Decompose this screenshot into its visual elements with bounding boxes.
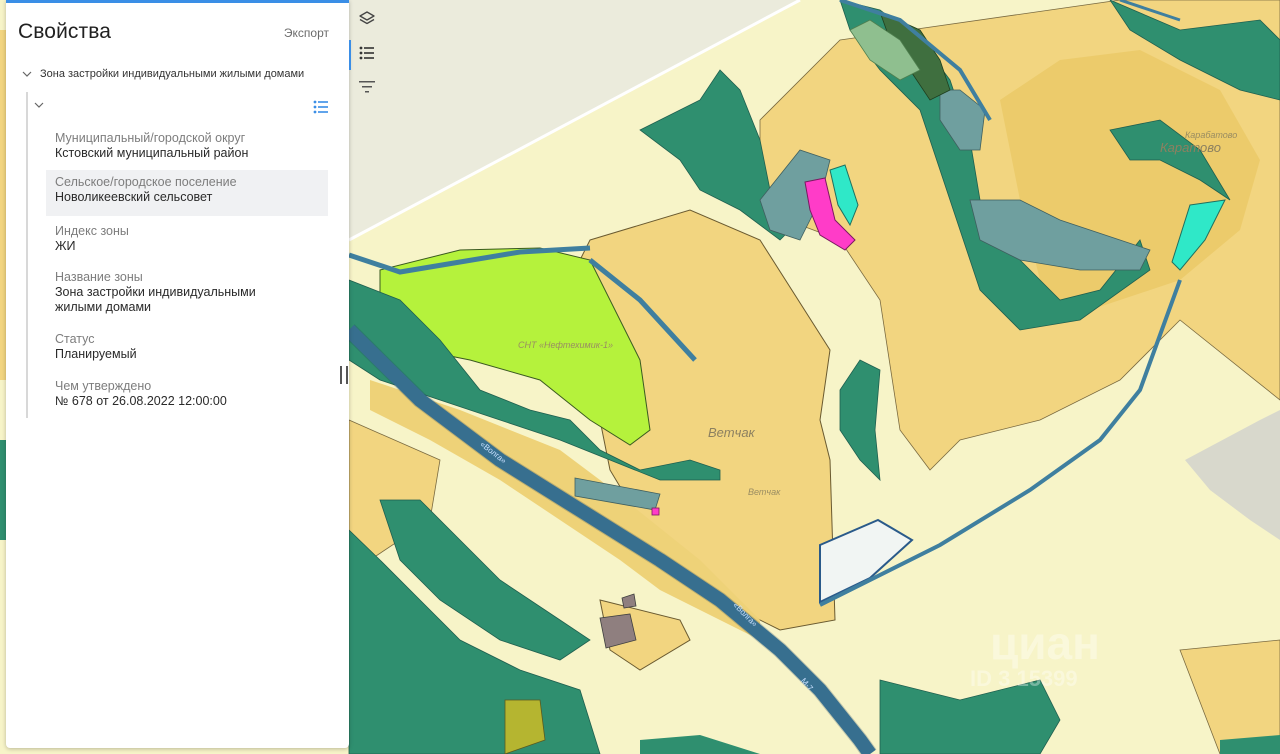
property-value: Планируемый <box>55 347 137 361</box>
chevron-down-icon[interactable] <box>34 100 44 110</box>
property-status: Статус Планируемый <box>46 327 328 367</box>
map-label-vetchak-small: Ветчак <box>748 487 781 497</box>
export-button[interactable]: Экспорт <box>284 26 329 40</box>
list-view-button[interactable] <box>349 38 385 72</box>
list-icon[interactable] <box>312 98 330 116</box>
properties-panel: Свойства Экспорт Зона застройки индивиду… <box>6 0 349 748</box>
property-value: ЖИ <box>55 239 76 253</box>
panel-title: Свойства <box>18 20 112 43</box>
property-label: Статус <box>55 332 95 346</box>
watermark-brand: циан <box>990 617 1100 669</box>
panel-resize-handle[interactable] <box>340 366 348 384</box>
industrial-zone-pink-small <box>651 507 660 516</box>
map-label-karabatovo-small: Карабатово <box>1185 130 1238 140</box>
app-root: Ветчак Ветчак Каратово Карабатово СНТ «Н… <box>0 0 1280 754</box>
panel-accent-line <box>6 0 349 3</box>
layers-button[interactable] <box>349 4 385 38</box>
property-value: № 678 от 26.08.2022 12:00:00 <box>55 394 227 408</box>
property-value: Зона застройки индивидуальными жилыми до… <box>55 285 256 314</box>
property-label: Индекс зоны <box>55 224 129 238</box>
property-zone-name: Название зоны Зона застройки индивидуаль… <box>46 265 296 320</box>
property-municipal-district: Муниципальный/городской округ Кстовский … <box>46 126 328 166</box>
properties-subtree: Муниципальный/городской округ Кстовский … <box>26 92 330 418</box>
property-value: Новоликеевский сельсовет <box>55 190 213 204</box>
property-settlement: Сельское/городское поселение Новоликеевс… <box>46 170 328 216</box>
filter-button[interactable] <box>349 72 385 106</box>
property-label: Муниципальный/городской округ <box>55 131 246 145</box>
list-icon <box>358 44 376 67</box>
map-label-vetchak: Ветчак <box>708 425 755 440</box>
filter-icon <box>358 78 376 101</box>
tree-root-label: Зона застройки индивидуальными жилыми до… <box>40 68 305 80</box>
property-zone-index: Индекс зоны ЖИ <box>46 219 328 259</box>
side-toolbar <box>349 0 385 110</box>
property-label: Сельское/городское поселение <box>55 175 237 189</box>
tree-root-item[interactable]: Зона застройки индивидуальными жилыми до… <box>22 68 304 80</box>
property-value: Кстовский муниципальный район <box>55 146 249 160</box>
property-approved-by: Чем утверждено № 678 от 26.08.2022 12:00… <box>46 374 328 414</box>
watermark-id: ID 3 15399 <box>970 666 1078 691</box>
layers-icon <box>358 10 376 33</box>
property-label: Название зоны <box>55 270 143 284</box>
chevron-down-icon[interactable] <box>22 69 32 79</box>
property-label: Чем утверждено <box>55 379 152 393</box>
map-label-karabatovo: Каратово <box>1160 140 1221 155</box>
map-label-snt: СНТ «Нефтехимик-1» <box>518 340 613 350</box>
